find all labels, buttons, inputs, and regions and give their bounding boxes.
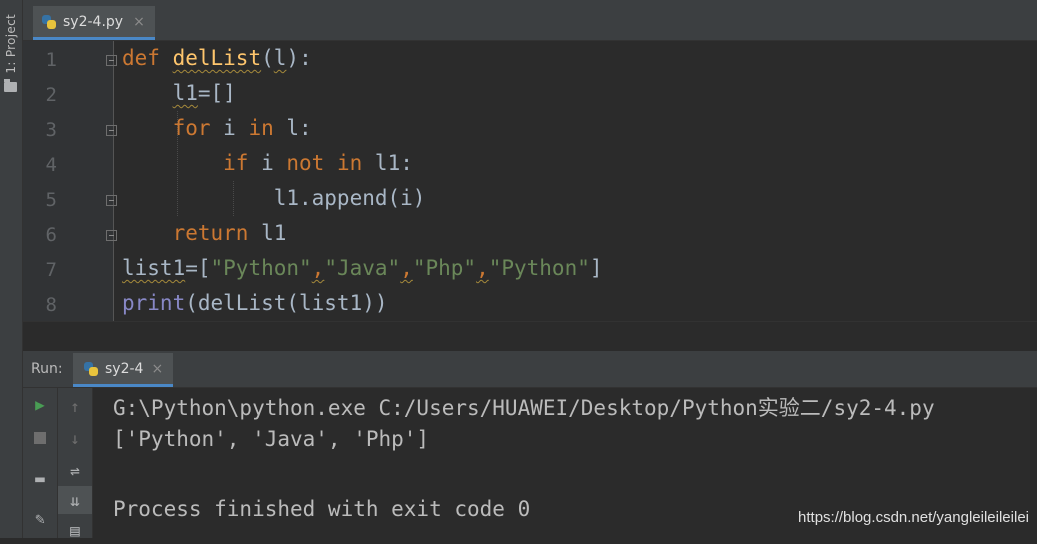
code-line-8: print(delList(list1)) xyxy=(122,291,388,315)
line-number: 3 xyxy=(45,119,57,141)
print-icon[interactable]: ▤ xyxy=(58,516,92,544)
layout-icon[interactable]: ▬ xyxy=(23,464,57,492)
project-tool-strip: 1: Project xyxy=(0,0,23,538)
pin-icon[interactable]: ✎ xyxy=(23,504,57,532)
watermark: https://blog.csdn.net/yangleileileilei xyxy=(798,509,1029,526)
code-line-1: def delList(l): xyxy=(122,46,312,70)
run-icon[interactable]: ▶ xyxy=(23,390,57,418)
line-number: 7 xyxy=(45,259,57,281)
line-number: 1 xyxy=(45,49,57,71)
close-tab-icon[interactable]: × xyxy=(133,14,145,30)
panel-divider[interactable] xyxy=(23,321,1037,352)
folder-icon[interactable] xyxy=(4,79,17,92)
close-run-tab-icon[interactable]: × xyxy=(151,361,163,377)
stop-icon[interactable] xyxy=(23,424,57,452)
run-console[interactable]: G:\Python\python.exe C:/Users/HUAWEI/Des… xyxy=(93,388,1037,538)
tab-filename: sy2-4.py xyxy=(63,13,124,30)
fold-marker-icon[interactable] xyxy=(106,55,117,66)
fold-marker-icon[interactable] xyxy=(106,195,117,206)
editor-gutter: 1 2 3 4 5 6 7 8 xyxy=(23,41,117,321)
line-number: 2 xyxy=(45,84,57,106)
run-tab-label: sy2-4 xyxy=(105,360,144,377)
console-line: G:\Python\python.exe C:/Users/HUAWEI/Des… xyxy=(113,396,935,420)
fold-marker-icon[interactable] xyxy=(106,230,117,241)
line-number: 5 xyxy=(45,189,57,211)
run-toolbar-primary: ▶ ▬ ✎ xyxy=(23,388,58,538)
line-number: 4 xyxy=(45,154,57,176)
run-toolbar-secondary: ↑ ↓ ⇌ ⇊ ▤ xyxy=(58,388,93,540)
console-line: ['Python', 'Java', 'Php'] xyxy=(113,427,430,451)
run-label: Run: xyxy=(31,361,63,377)
run-tool-header: Run: sy2-4 × xyxy=(23,351,1037,388)
code-editor[interactable]: def delList(l): l1=[] for i in l: if i n… xyxy=(122,41,1037,321)
soft-wrap-icon[interactable]: ⇌ xyxy=(58,456,92,484)
fold-marker-icon[interactable] xyxy=(106,125,117,136)
down-arrow-icon[interactable]: ↓ xyxy=(58,424,92,452)
up-arrow-icon[interactable]: ↑ xyxy=(58,392,92,420)
project-tool-button[interactable]: 1: Project xyxy=(4,14,18,74)
editor-tab-sy2-4[interactable]: sy2-4.py × xyxy=(33,6,155,40)
python-file-icon xyxy=(83,361,99,377)
scroll-to-end-icon[interactable]: ⇊ xyxy=(58,486,92,514)
code-line-2: l1=[] xyxy=(172,81,236,105)
line-number: 6 xyxy=(45,224,57,246)
code-line-5: l1.append(i) xyxy=(273,186,426,210)
python-file-icon xyxy=(41,14,57,30)
line-number: 8 xyxy=(45,294,57,316)
editor-tab-bar: sy2-4.py × xyxy=(23,0,1037,41)
code-line-3: for i in l: xyxy=(172,116,312,140)
code-line-4: if i not in l1: xyxy=(223,151,413,175)
console-line: Process finished with exit code 0 xyxy=(113,497,531,521)
code-line-6: return l1 xyxy=(172,221,287,245)
code-line-7: list1=["Python","Java","Php","Python"] xyxy=(122,256,603,280)
run-tab-sy2-4[interactable]: sy2-4 × xyxy=(73,353,174,387)
